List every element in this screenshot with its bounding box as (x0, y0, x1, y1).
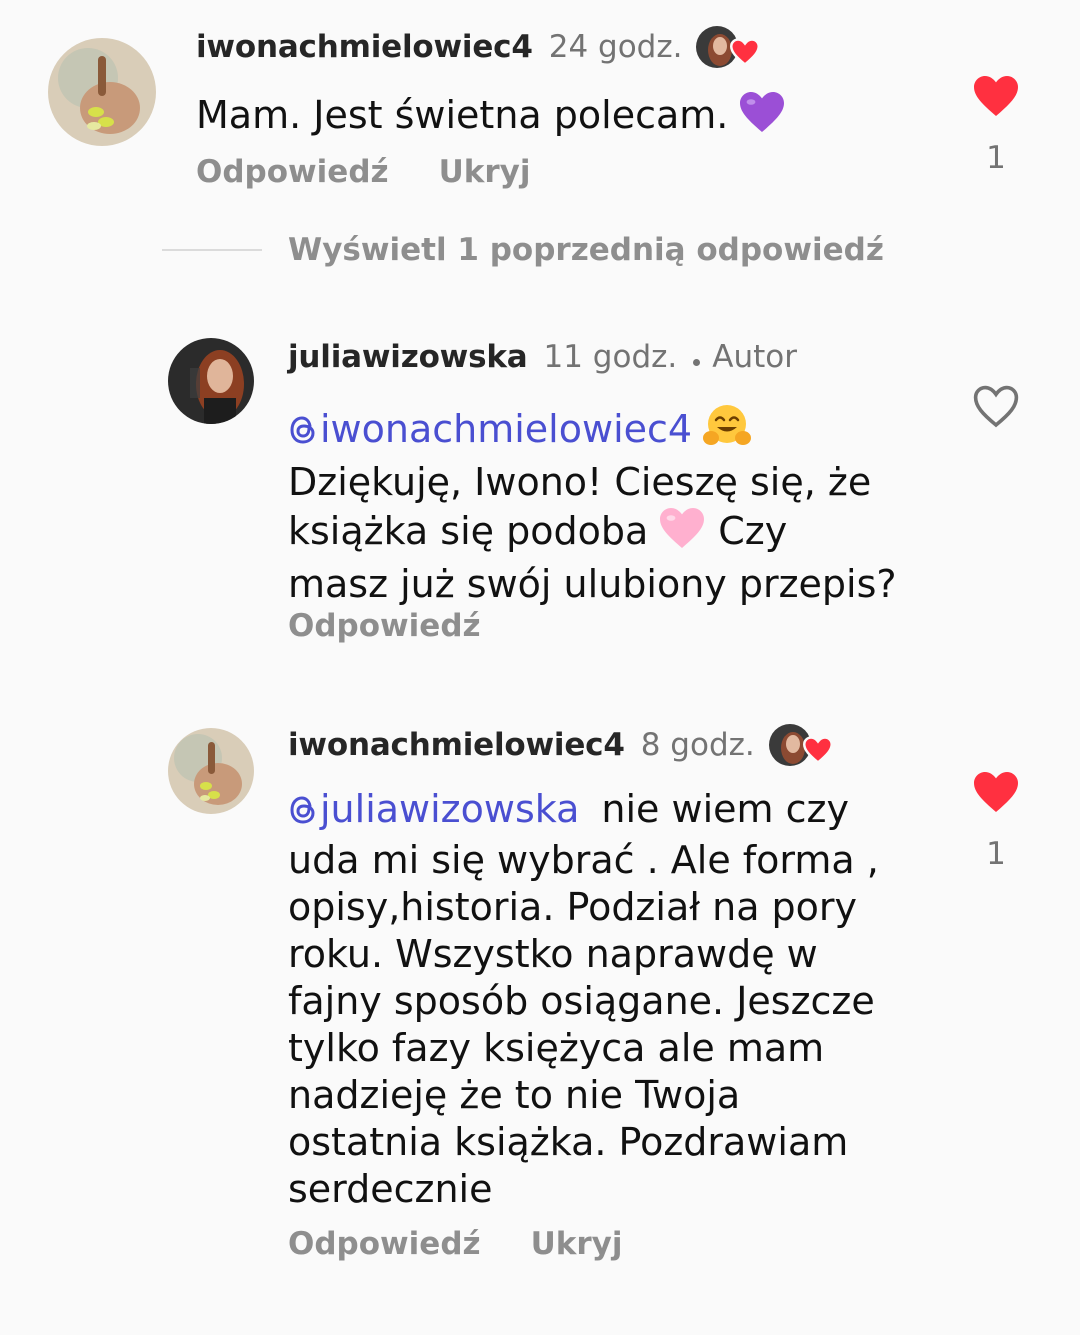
comment-meta: juliawizowska 11 godz. Autor (288, 334, 797, 380)
comment-actions: Odpowiedź Ukryj (196, 154, 530, 190)
purple-heart-icon (738, 90, 786, 145)
like-button[interactable]: 1 (966, 770, 1026, 872)
comment-line: ostatnia książka. Pozdrawiam (288, 1120, 849, 1164)
hide-button[interactable]: Ukryj (439, 154, 531, 190)
comment-text: Mam. Jest świetna polecam. (196, 90, 786, 145)
heart-icon (730, 38, 761, 70)
divider (162, 249, 262, 251)
username[interactable]: iwonachmielowiec4 (196, 29, 533, 65)
username[interactable]: iwonachmielowiec4 (288, 727, 625, 763)
hide-button[interactable]: Ukryj (531, 1226, 623, 1262)
comment-meta: iwonachmielowiec4 24 godz. (196, 24, 764, 70)
timestamp: 8 godz. (640, 727, 755, 763)
username[interactable]: juliawizowska (288, 339, 528, 375)
avatar[interactable] (48, 38, 156, 146)
avatar[interactable] (168, 338, 254, 424)
comment-line: masz już swój ulubiony przepis? (288, 562, 897, 606)
reply-button[interactable]: Odpowiedź (288, 608, 481, 644)
avatar[interactable] (168, 728, 254, 814)
timestamp: 11 godz. (543, 339, 678, 375)
threads-icon (288, 410, 318, 457)
liked-by-author-badge (696, 24, 764, 70)
comment-line: fajny sposób osiągane. Jeszcze (288, 979, 875, 1023)
comment-line: uda mi się wybrać . Ale forma , (288, 838, 879, 882)
view-previous-replies[interactable]: Wyświetl 1 poprzednią odpowiedź (162, 232, 884, 268)
pink-heart-icon (658, 506, 706, 561)
comment-line: Dziękuję, Iwono! Cieszę się, że (288, 460, 872, 504)
comment-line: serdecznie (288, 1167, 493, 1211)
like-count: 1 (986, 836, 1006, 872)
hugging-face-icon (702, 402, 752, 459)
comment-text: juliawizowska nie wiem czy uda mi się wyb… (288, 786, 879, 1213)
threads-icon (288, 790, 318, 837)
separator-dot (693, 358, 701, 366)
heart-filled-icon[interactable] (972, 76, 1020, 122)
timestamp: 24 godz. (548, 29, 683, 65)
comment-line: tylko fazy księżyca ale mam (288, 1026, 825, 1070)
liked-by-author-badge (768, 722, 837, 768)
heart-icon (802, 736, 833, 768)
comment-line: opisy,historia. Podział na pory (288, 885, 858, 929)
mention-text[interactable]: iwonachmielowiec4 (320, 407, 692, 451)
reply-button[interactable]: Odpowiedź (196, 154, 389, 190)
mention-link[interactable]: juliawizowska (288, 787, 579, 831)
comment-line: Czy (718, 509, 788, 553)
comment-line: nie wiem czy (601, 787, 849, 831)
reply-button[interactable]: Odpowiedź (288, 1226, 481, 1262)
comment-actions: Odpowiedź Ukryj (288, 1226, 622, 1262)
mention-text[interactable]: juliawizowska (320, 787, 579, 831)
comment-actions: Odpowiedź (288, 608, 481, 644)
comment-line: roku. Wszystko naprawdę w (288, 932, 818, 976)
mention-link[interactable]: iwonachmielowiec4 (288, 407, 692, 451)
comment-meta: iwonachmielowiec4 8 godz. (288, 722, 837, 768)
heart-outline-icon[interactable] (972, 385, 1020, 432)
like-count: 1 (986, 140, 1006, 176)
comment-line: Mam. Jest świetna polecam. (196, 93, 729, 137)
heart-filled-icon[interactable] (972, 772, 1020, 818)
like-button[interactable] (966, 384, 1026, 450)
comment-line: książka się podoba (288, 509, 649, 553)
view-previous-replies-label[interactable]: Wyświetl 1 poprzednią odpowiedź (288, 232, 884, 268)
author-badge: Autor (712, 339, 797, 375)
comment-text: iwonachmielowiec4 Dziękuję, Iwono! Ciesz… (288, 402, 897, 608)
comment-line: nadzieję że to nie Twoja (288, 1073, 741, 1117)
like-button[interactable]: 1 (966, 74, 1026, 176)
